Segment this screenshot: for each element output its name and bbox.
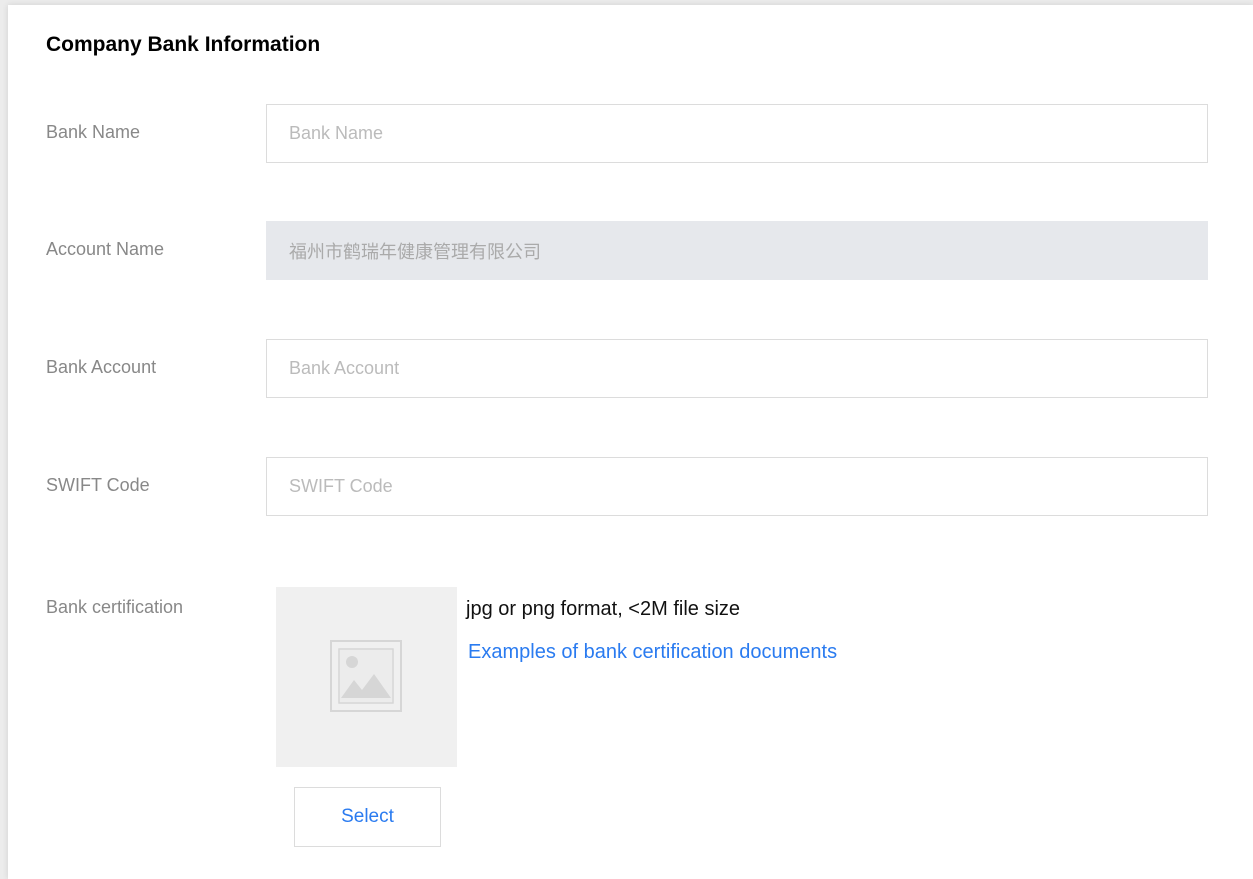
account-name-label: Account Name xyxy=(46,239,165,259)
image-placeholder-icon xyxy=(330,640,402,712)
swift-code-row: SWIFT Code xyxy=(8,457,1253,517)
bank-certification-label: Bank certification xyxy=(46,597,184,617)
bank-info-card: Company Bank Information Bank Name Accou… xyxy=(8,5,1253,879)
account-name-input xyxy=(266,221,1208,280)
bank-name-input[interactable] xyxy=(266,104,1208,163)
bank-account-label: Bank Account xyxy=(46,357,157,377)
upload-preview[interactable] xyxy=(276,587,457,767)
bank-account-row: Bank Account xyxy=(8,339,1253,399)
swift-code-label: SWIFT Code xyxy=(46,475,150,495)
bank-name-row: Bank Name xyxy=(8,104,1253,164)
upload-format-hint: jpg or png format, <2M file size xyxy=(466,598,741,620)
examples-link[interactable]: Examples of bank certification documents xyxy=(468,641,837,664)
swift-code-input[interactable] xyxy=(266,457,1208,516)
bank-account-input[interactable] xyxy=(266,339,1208,398)
select-file-button[interactable]: Select xyxy=(294,787,441,847)
account-name-row: Account Name xyxy=(8,221,1253,281)
bank-name-label: Bank Name xyxy=(46,122,141,142)
section-title: Company Bank Information xyxy=(46,33,321,56)
